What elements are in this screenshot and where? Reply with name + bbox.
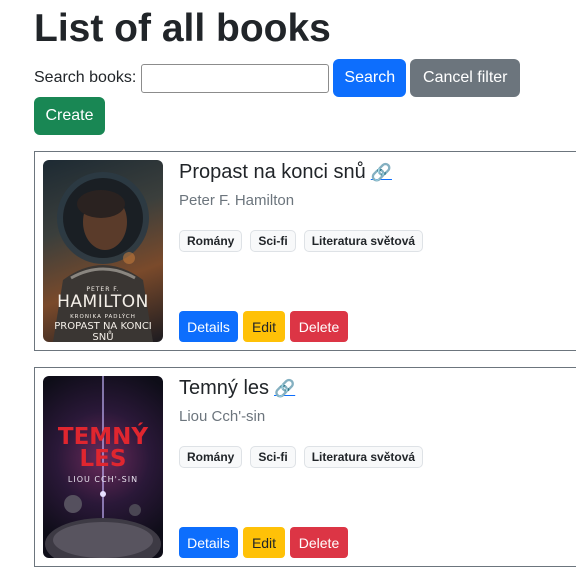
book-card: TEMNÝ LES LIOU CCH'-SIN Temný les 🔗 Liou … [34, 367, 576, 567]
link-icon[interactable]: 🔗 [274, 379, 295, 398]
genre-tags: Romány Sci-fi Literatura světová [179, 446, 424, 468]
book-title-text: Propast na konci snů [179, 161, 366, 183]
genre-tag: Romány [179, 446, 243, 468]
edit-button[interactable]: Edit [243, 527, 285, 558]
delete-button[interactable]: Delete [290, 311, 348, 342]
search-label: Search books: [34, 69, 137, 86]
book-cover-image: TEMNÝ LES LIOU CCH'-SIN [43, 376, 163, 558]
genre-tags: Romány Sci-fi Literatura světová [179, 230, 424, 252]
search-bar: Search books: Search Cancel filter [34, 59, 521, 97]
book-card: PETER F. HAMILTON KRONIKA PADLÝCH PROPAS… [34, 151, 576, 351]
cover-author: HAMILTON [57, 292, 149, 312]
details-button[interactable]: Details [179, 527, 238, 558]
book-author: Liou Cch'-sin [179, 408, 266, 425]
book-actions: Details Edit Delete [179, 311, 348, 342]
genre-tag: Romány [179, 230, 243, 252]
book-title: Temný les 🔗 [179, 377, 295, 400]
link-icon[interactable]: 🔗 [371, 163, 392, 182]
book-title-text: Temný les [179, 377, 270, 399]
search-input[interactable] [141, 63, 330, 93]
edit-button[interactable]: Edit [243, 311, 285, 342]
genre-tag: Sci-fi [250, 446, 296, 468]
details-button[interactable]: Details [179, 311, 238, 342]
delete-button[interactable]: Delete [290, 527, 348, 558]
cover-title: PROPAST NA KONCI SNŮ [54, 321, 152, 342]
book-cover-image: PETER F. HAMILTON KRONIKA PADLÝCH PROPAS… [43, 160, 163, 342]
cancel-filter-button[interactable]: Cancel filter [410, 59, 521, 97]
book-title: Propast na konci snů 🔗 [179, 161, 392, 184]
genre-tag: Literatura světová [303, 230, 424, 252]
page-title: List of all books [34, 7, 331, 50]
cover-title: TEMNÝ LES [57, 424, 149, 472]
book-actions: Details Edit Delete [179, 527, 348, 558]
cover-series: KRONIKA PADLÝCH [70, 314, 136, 320]
create-button[interactable]: Create [34, 97, 105, 135]
cover-author: LIOU CCH'-SIN [67, 475, 139, 484]
book-author: Peter F. Hamilton [179, 192, 295, 209]
genre-tag: Sci-fi [250, 230, 296, 252]
search-button[interactable]: Search [333, 59, 407, 97]
genre-tag: Literatura světová [303, 446, 424, 468]
